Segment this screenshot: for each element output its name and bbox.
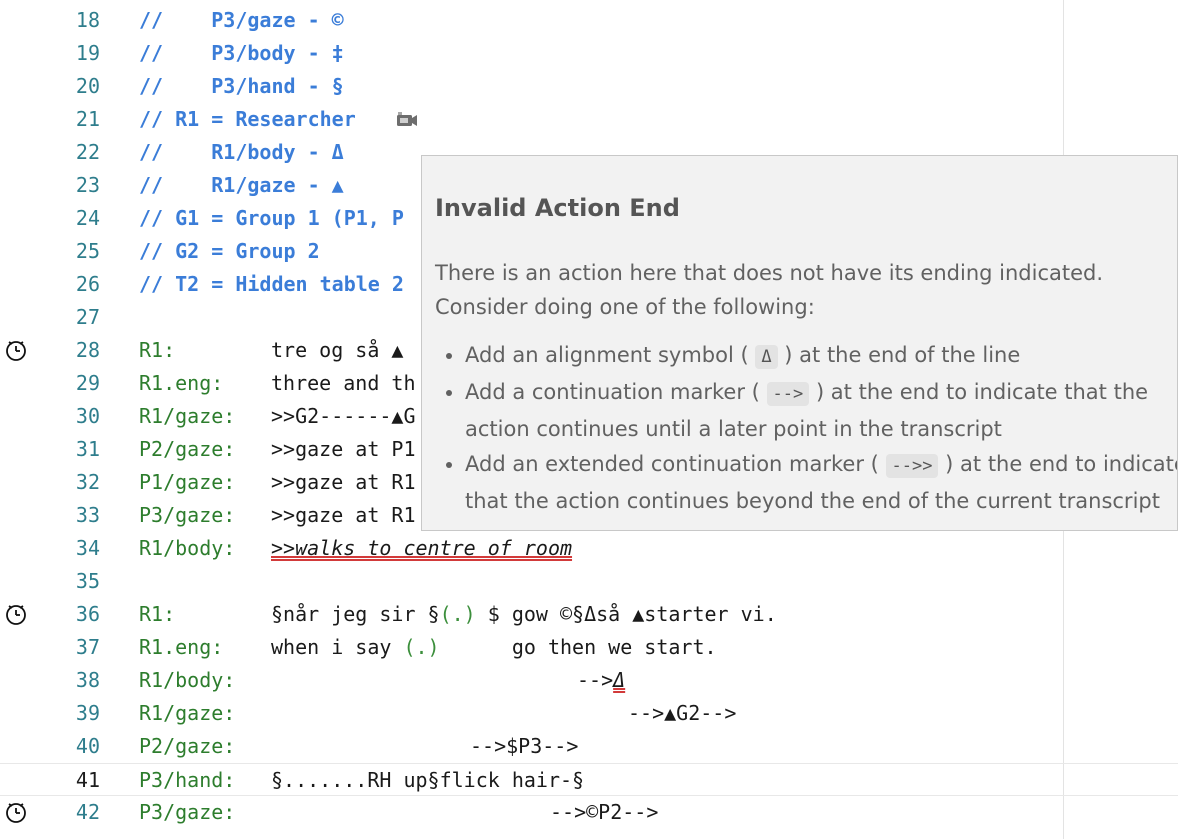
- speaker-label: R1/body:: [139, 668, 236, 692]
- line-number: 23: [75, 173, 100, 197]
- line-number: 28: [75, 338, 100, 362]
- line-number: 29: [75, 371, 100, 395]
- code-line[interactable]: 40 P2/gaze: -->$P3-->: [0, 730, 1178, 763]
- speaker-label: R1:: [139, 602, 176, 626]
- code-line[interactable]: 39 R1/gaze: -->▲G2-->: [0, 697, 1178, 730]
- line-text: -->▲G2-->: [628, 701, 737, 725]
- speaker-label: P3/gaze:: [139, 800, 236, 824]
- diagnostic-hover-popup[interactable]: Invalid Action End There is an action he…: [421, 155, 1178, 531]
- error-squiggle-text[interactable]: >>walks to centre of room: [271, 537, 572, 559]
- speaker-label: P1/gaze:: [139, 470, 236, 494]
- line-number: 32: [75, 470, 100, 494]
- clock-icon[interactable]: [5, 603, 27, 625]
- line-number: 33: [75, 503, 100, 527]
- line-text: >>G2------▲G: [271, 404, 416, 428]
- hover-description: There is an action here that does not ha…: [435, 261, 1104, 319]
- code-line[interactable]: 20 // P3/hand - §: [0, 70, 1178, 103]
- line-number: 38: [75, 668, 100, 692]
- camera-icon: [397, 112, 417, 126]
- line-number: 24: [75, 206, 100, 230]
- comment-text: // R1/gaze - ▲: [139, 173, 344, 197]
- code-line[interactable]: 21 // R1 = Researcher: [0, 103, 1178, 136]
- code-line[interactable]: 19 // P3/body - ‡: [0, 37, 1178, 70]
- line-number: 40: [75, 734, 100, 758]
- speaker-label: P3/gaze:: [139, 503, 236, 527]
- comment-text: // P3/hand - §: [139, 74, 344, 98]
- line-number: 30: [75, 404, 100, 428]
- suggestion-item: Add an extended continuation marker ( --…: [465, 447, 1177, 519]
- speaker-label: P2/gaze:: [139, 437, 236, 461]
- code-line[interactable]: 38 R1/body: -->Δ: [0, 664, 1178, 697]
- line-number: 22: [75, 140, 100, 164]
- speaker-label: R1/gaze:: [139, 701, 236, 725]
- line-number: 36: [75, 602, 100, 626]
- line-number: 35: [75, 569, 100, 593]
- code-line[interactable]: 35: [0, 565, 1178, 598]
- line-number: 39: [75, 701, 100, 725]
- line-number: 19: [75, 41, 100, 65]
- line-number: 27: [75, 305, 100, 329]
- code-line-current[interactable]: 41 P3/hand: §.......RH up§flick hair-§: [0, 763, 1178, 796]
- speaker-label: P3/hand:: [139, 768, 236, 792]
- line-number: 37: [75, 635, 100, 659]
- suggestion-list: Add an alignment symbol ( Δ ) at the end…: [435, 338, 1177, 519]
- line-number: 34: [75, 536, 100, 560]
- code-line[interactable]: 36 R1: §når jeg sir §(.) $ gow ©§Δså ▲st…: [0, 598, 1178, 631]
- speaker-label: R1/body:: [139, 536, 236, 560]
- line-number: 25: [75, 239, 100, 263]
- line-text: §når jeg sir §(.) $ gow ©§Δså ▲starter v…: [271, 602, 777, 626]
- line-number: 26: [75, 272, 100, 296]
- speaker-label: R1.eng:: [139, 635, 224, 659]
- clock-icon[interactable]: [5, 801, 27, 823]
- speaker-label: P2/gaze:: [139, 734, 236, 758]
- speaker-label: R1/gaze:: [139, 404, 236, 428]
- comment-text: // P3/body - ‡: [139, 41, 344, 65]
- line-text: -->$P3-->: [470, 734, 579, 758]
- code-line[interactable]: 42 P3/gaze: -->©P2-->: [0, 796, 1178, 829]
- comment-text: // T2 = Hidden table 2: [139, 272, 404, 296]
- line-number: 42: [75, 800, 100, 824]
- comment-text: // R1/body - Δ: [139, 140, 344, 164]
- line-text: >>gaze at P1: [271, 437, 416, 461]
- speaker-label: R1:: [139, 338, 176, 362]
- suggestion-item: Add a continuation marker ( --> ) at the…: [465, 375, 1177, 447]
- code-line[interactable]: 34 R1/body: >>walks to centre of room: [0, 532, 1178, 565]
- line-number: 31: [75, 437, 100, 461]
- line-text: §.......RH up§flick hair-§: [271, 768, 585, 792]
- line-text: tre og så ▲: [271, 338, 404, 362]
- line-number: 20: [75, 74, 100, 98]
- line-number: 41: [75, 768, 100, 792]
- line-text: >>gaze at R1: [271, 503, 416, 527]
- line-number: 21: [75, 107, 100, 131]
- comment-text: // G2 = Group 2: [139, 239, 320, 263]
- comment-text: // G1 = Group 1 (P1, P: [139, 206, 404, 230]
- code-line[interactable]: 18 // P3/gaze - ©: [0, 4, 1178, 37]
- code-chip: -->: [766, 382, 810, 406]
- line-text: -->©P2-->: [550, 800, 659, 824]
- error-squiggle-text[interactable]: Δ: [613, 668, 625, 692]
- code-chip: Δ: [755, 345, 778, 369]
- hover-title: Invalid Action End: [435, 194, 680, 222]
- comment-text: // R1 = Researcher: [139, 107, 368, 131]
- speaker-label: R1.eng:: [139, 371, 224, 395]
- clock-icon[interactable]: [5, 339, 27, 361]
- code-chip: -->>: [885, 454, 939, 478]
- suggestion-item: Add an alignment symbol ( Δ ) at the end…: [465, 338, 1177, 375]
- comment-text: // P3/gaze - ©: [139, 8, 344, 32]
- line-text: three and th: [271, 371, 416, 395]
- line-text: >>gaze at R1: [271, 470, 416, 494]
- line-number: 18: [75, 8, 100, 32]
- line-text: -->Δ: [577, 668, 626, 692]
- line-text: when i say (.) go then we start.: [271, 635, 717, 659]
- code-line[interactable]: 37 R1.eng: when i say (.) go then we sta…: [0, 631, 1178, 664]
